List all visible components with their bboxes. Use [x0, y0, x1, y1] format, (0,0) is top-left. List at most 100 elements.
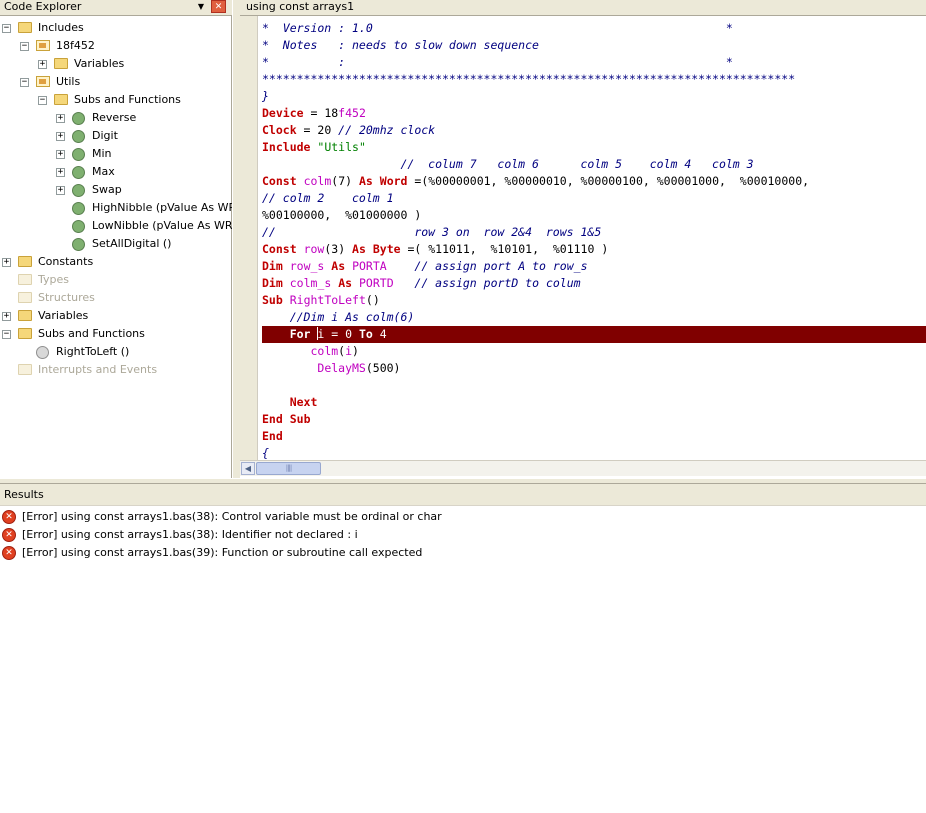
collapse-icon[interactable]: − [20, 78, 29, 87]
code-line[interactable]: End Sub [262, 411, 311, 428]
tree-item[interactable]: HighNibble (pValue As WREG [0, 199, 252, 217]
code-line[interactable]: DelayMS(500) [262, 360, 400, 377]
code-line[interactable]: //Dim i As colm(6) [262, 309, 415, 326]
tree-item[interactable]: + Constants [0, 253, 231, 271]
code-line[interactable]: { [262, 445, 269, 461]
collapse-icon[interactable]: − [2, 330, 11, 339]
code-line[interactable]: * Version : 1.0 * [262, 20, 733, 37]
code-token: Sub [289, 411, 311, 426]
result-row[interactable]: ✕ [Error] using const arrays1.bas(38): Co… [0, 508, 926, 526]
code-token: { [262, 445, 269, 460]
vertical-splitter[interactable] [232, 0, 240, 478]
chevron-down-icon[interactable]: ▼ [196, 0, 206, 14]
expand-icon[interactable]: + [56, 150, 65, 159]
tree-item-label: LowNibble (pValue As WREG [92, 219, 248, 232]
tree-item-label: RightToLeft () [56, 345, 130, 358]
result-message: [Error] using const arrays1.bas(39): Fun… [22, 546, 423, 559]
tree-item[interactable]: + Reverse [0, 109, 231, 127]
code-token: = 18 [303, 105, 339, 120]
expand-icon[interactable]: + [56, 114, 65, 123]
code-line[interactable]: %00100000, %01000000 ) [262, 207, 421, 224]
code-line[interactable]: Clock = 20 // 20mhz clock [262, 122, 435, 139]
code-line[interactable]: Include "Utils" [262, 139, 366, 156]
scroll-thumb[interactable]: |||| [256, 462, 321, 475]
tree-item[interactable]: Types [0, 271, 231, 289]
code-line-error-highlight[interactable]: For i = 0 To 4 [262, 325, 926, 343]
expand-icon[interactable]: + [56, 186, 65, 195]
expand-icon[interactable]: + [38, 60, 47, 69]
collapse-icon[interactable]: − [38, 96, 47, 105]
code-line[interactable]: // row 3 on row 2&4 rows 1&5 [262, 224, 601, 241]
editor-tab[interactable]: using const arrays1 [240, 0, 926, 16]
code-token: Clock [262, 122, 297, 137]
code-token: // colm 2 colm 1 [262, 190, 394, 205]
subroutine-icon [72, 166, 85, 179]
tree-item[interactable]: + Digit [0, 127, 231, 145]
code-token: Device [262, 105, 304, 120]
tree-item-label: Subs and Functions [74, 93, 181, 106]
tree-item[interactable]: + Max [0, 163, 231, 181]
expand-icon[interactable]: + [56, 168, 65, 177]
code-line[interactable]: Dim row_s As PORTA // assign port A to r… [262, 258, 588, 275]
code-token: (7) [331, 173, 359, 188]
tree-item-label: Interrupts and Events [38, 363, 158, 376]
code-token: * Notes : needs to slow down sequence [262, 37, 539, 52]
code-token: (3) [324, 241, 353, 256]
code-line[interactable]: Next [262, 394, 318, 411]
collapse-icon[interactable]: − [20, 42, 29, 51]
code-editor[interactable]: * Version : 1.0 * * Notes : needs to slow… [240, 16, 926, 460]
tree-item[interactable]: + Swap [0, 181, 231, 199]
tree-item[interactable]: + Variables [0, 55, 231, 73]
tree-item[interactable]: LowNibble (pValue As WREG [0, 217, 248, 235]
code-line[interactable]: End [262, 428, 283, 445]
tree-item[interactable]: Structures [0, 289, 231, 307]
code-line[interactable]: * Notes : needs to slow down sequence [262, 37, 539, 54]
tree-item[interactable]: + Variables [0, 307, 231, 325]
code-line[interactable]: Device = 18f452 [262, 105, 366, 122]
results-header: Results [0, 484, 926, 506]
scroll-left-icon[interactable]: ◀ [241, 462, 255, 475]
code-line[interactable]: Dim colm_s As PORTD // assign portD to c… [262, 275, 581, 292]
folder-icon [18, 310, 32, 321]
code-token: Include [262, 139, 311, 154]
expand-icon[interactable]: + [56, 132, 65, 141]
expand-icon[interactable]: + [2, 258, 11, 267]
code-line[interactable]: // colm 2 colm 1 [262, 190, 394, 207]
tree-item[interactable]: − 18f452 [0, 37, 231, 55]
code-line[interactable]: Const colm(7) As Word =(%00000001, %0000… [262, 173, 809, 190]
tree-item[interactable]: − Subs and Functions [0, 91, 231, 109]
code-token: ) [352, 343, 359, 358]
code-token: () [365, 292, 380, 307]
collapse-icon[interactable]: − [2, 24, 11, 33]
code-token: * : * [262, 54, 733, 69]
tree-item[interactable]: − Subs and Functions [0, 325, 231, 343]
code-line[interactable]: ****************************************… [262, 71, 795, 88]
result-row[interactable]: ✕ [Error] using const arrays1.bas(39): Fu… [0, 544, 926, 562]
tree-item[interactable]: Interrupts and Events [0, 361, 231, 379]
code-line[interactable]: colm(i) [262, 343, 359, 360]
subroutine-icon [72, 202, 85, 215]
tree-item[interactable]: − Utils [0, 73, 231, 91]
close-icon[interactable]: ✕ [211, 0, 226, 13]
code-token: // assign port A to row_s [414, 258, 588, 273]
subroutine-icon [72, 238, 85, 251]
code-line[interactable]: Const row(3) As Byte =( %11011, %10101, … [262, 241, 608, 258]
tree-item[interactable]: SetAllDigital () [0, 235, 231, 253]
expand-icon[interactable]: + [2, 312, 11, 321]
tree-item-label: Min [92, 147, 112, 160]
code-token: Const [262, 241, 297, 256]
horizontal-scrollbar[interactable]: ◀ |||| [240, 460, 926, 476]
code-line[interactable]: } [262, 88, 269, 105]
code-token: ****************************************… [262, 71, 796, 86]
tree-item[interactable]: − Includes [0, 19, 231, 37]
tree-item[interactable]: RightToLeft () [0, 343, 231, 361]
result-row[interactable]: ✕ [Error] using const arrays1.bas(38): Id… [0, 526, 926, 544]
code-line[interactable]: Sub RightToLeft() [262, 292, 380, 309]
code-line[interactable]: * : * [262, 54, 733, 71]
code-token: = 20 [296, 122, 339, 137]
code-line[interactable]: // colum 7 colm 6 colm 5 colm 4 colm 3 [262, 156, 753, 173]
tree-item[interactable]: + Min [0, 145, 231, 163]
